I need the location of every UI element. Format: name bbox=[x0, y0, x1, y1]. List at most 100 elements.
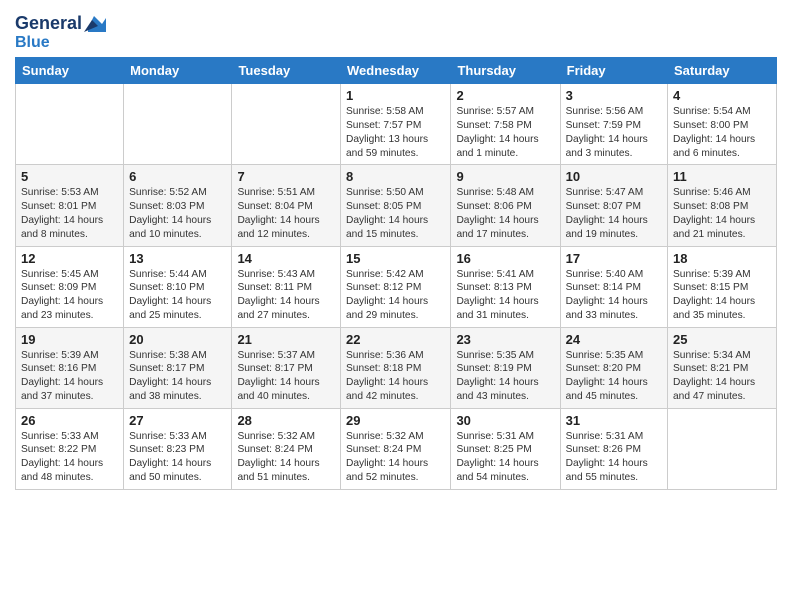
calendar-cell: 23 Sunrise: 5:35 AMSunset: 8:19 PMDayligh… bbox=[451, 327, 560, 408]
calendar-cell: 12 Sunrise: 5:45 AMSunset: 8:09 PMDayligh… bbox=[16, 246, 124, 327]
day-number: 4 bbox=[673, 88, 771, 103]
calendar-week-2: 5 Sunrise: 5:53 AMSunset: 8:01 PMDaylight… bbox=[16, 165, 777, 246]
day-number: 17 bbox=[566, 251, 662, 266]
cell-info: Sunrise: 5:41 AMSunset: 8:13 PMDaylight:… bbox=[456, 268, 554, 323]
calendar-cell: 18 Sunrise: 5:39 AMSunset: 8:15 PMDayligh… bbox=[668, 246, 777, 327]
cell-info: Sunrise: 5:57 AMSunset: 7:58 PMDaylight:… bbox=[456, 105, 554, 160]
cell-info: Sunrise: 5:32 AMSunset: 8:24 PMDaylight:… bbox=[346, 430, 445, 485]
day-number: 28 bbox=[237, 413, 335, 428]
calendar-cell: 11 Sunrise: 5:46 AMSunset: 8:08 PMDayligh… bbox=[668, 165, 777, 246]
calendar-cell: 31Sunrise: 5:31 AMSunset: 8:26 PMDayligh… bbox=[560, 408, 667, 489]
calendar-cell: 16 Sunrise: 5:41 AMSunset: 8:13 PMDayligh… bbox=[451, 246, 560, 327]
day-number: 18 bbox=[673, 251, 771, 266]
day-number: 12 bbox=[21, 251, 118, 266]
calendar-header-row: SundayMondayTuesdayWednesdayThursdayFrid… bbox=[16, 58, 777, 84]
day-number: 7 bbox=[237, 169, 335, 184]
cell-info: Sunrise: 5:45 AMSunset: 8:09 PMDaylight:… bbox=[21, 268, 118, 323]
calendar-cell: 25 Sunrise: 5:34 AMSunset: 8:21 PMDayligh… bbox=[668, 327, 777, 408]
calendar-cell: 2 Sunrise: 5:57 AMSunset: 7:58 PMDaylight… bbox=[451, 84, 560, 165]
calendar-cell: 15Sunrise: 5:42 AMSunset: 8:12 PMDayligh… bbox=[341, 246, 451, 327]
calendar-cell: 27Sunrise: 5:33 AMSunset: 8:23 PMDayligh… bbox=[124, 408, 232, 489]
day-number: 20 bbox=[129, 332, 226, 347]
logo-blue: Blue bbox=[15, 34, 50, 52]
calendar-cell: 4 Sunrise: 5:54 AMSunset: 8:00 PMDaylight… bbox=[668, 84, 777, 165]
cell-info: Sunrise: 5:53 AMSunset: 8:01 PMDaylight:… bbox=[21, 186, 118, 241]
cell-info: Sunrise: 5:44 AMSunset: 8:10 PMDaylight:… bbox=[129, 268, 226, 323]
day-number: 29 bbox=[346, 413, 445, 428]
cell-info: Sunrise: 5:51 AMSunset: 8:04 PMDaylight:… bbox=[237, 186, 335, 241]
day-number: 22 bbox=[346, 332, 445, 347]
day-header-sunday: Sunday bbox=[16, 58, 124, 84]
page-header: General Blue bbox=[15, 10, 777, 51]
calendar-cell: 30 Sunrise: 5:31 AMSunset: 8:25 PMDayligh… bbox=[451, 408, 560, 489]
day-number: 13 bbox=[129, 251, 226, 266]
day-header-monday: Monday bbox=[124, 58, 232, 84]
calendar-cell: 28 Sunrise: 5:32 AMSunset: 8:24 PMDayligh… bbox=[232, 408, 341, 489]
calendar-cell: 9 Sunrise: 5:48 AMSunset: 8:06 PMDaylight… bbox=[451, 165, 560, 246]
calendar-cell: 20 Sunrise: 5:38 AMSunset: 8:17 PMDayligh… bbox=[124, 327, 232, 408]
cell-info: Sunrise: 5:39 AMSunset: 8:15 PMDaylight:… bbox=[673, 268, 771, 323]
calendar-cell: 10Sunrise: 5:47 AMSunset: 8:07 PMDayligh… bbox=[560, 165, 667, 246]
cell-info: Sunrise: 5:37 AMSunset: 8:17 PMDaylight:… bbox=[237, 349, 335, 404]
day-number: 25 bbox=[673, 332, 771, 347]
calendar-cell: 29 Sunrise: 5:32 AMSunset: 8:24 PMDayligh… bbox=[341, 408, 451, 489]
day-number: 6 bbox=[129, 169, 226, 184]
cell-info: Sunrise: 5:35 AMSunset: 8:19 PMDaylight:… bbox=[456, 349, 554, 404]
cell-info: Sunrise: 5:31 AMSunset: 8:26 PMDaylight:… bbox=[566, 430, 662, 485]
logo: General Blue bbox=[15, 14, 106, 51]
cell-info: Sunrise: 5:39 AMSunset: 8:16 PMDaylight:… bbox=[21, 349, 118, 404]
cell-info: Sunrise: 5:36 AMSunset: 8:18 PMDaylight:… bbox=[346, 349, 445, 404]
calendar-cell: 22 Sunrise: 5:36 AMSunset: 8:18 PMDayligh… bbox=[341, 327, 451, 408]
day-number: 5 bbox=[21, 169, 118, 184]
calendar-cell: 3 Sunrise: 5:56 AMSunset: 7:59 PMDaylight… bbox=[560, 84, 667, 165]
day-number: 15 bbox=[346, 251, 445, 266]
day-number: 10 bbox=[566, 169, 662, 184]
logo-general: General bbox=[15, 14, 82, 34]
day-number: 8 bbox=[346, 169, 445, 184]
cell-info: Sunrise: 5:40 AMSunset: 8:14 PMDaylight:… bbox=[566, 268, 662, 323]
day-header-saturday: Saturday bbox=[668, 58, 777, 84]
calendar-cell bbox=[232, 84, 341, 165]
calendar-cell bbox=[668, 408, 777, 489]
cell-info: Sunrise: 5:52 AMSunset: 8:03 PMDaylight:… bbox=[129, 186, 226, 241]
calendar-week-1: 1 Sunrise: 5:58 AMSunset: 7:57 PMDaylight… bbox=[16, 84, 777, 165]
cell-info: Sunrise: 5:58 AMSunset: 7:57 PMDaylight:… bbox=[346, 105, 445, 160]
cell-info: Sunrise: 5:48 AMSunset: 8:06 PMDaylight:… bbox=[456, 186, 554, 241]
day-number: 1 bbox=[346, 88, 445, 103]
day-header-thursday: Thursday bbox=[451, 58, 560, 84]
day-number: 30 bbox=[456, 413, 554, 428]
cell-info: Sunrise: 5:43 AMSunset: 8:11 PMDaylight:… bbox=[237, 268, 335, 323]
day-number: 23 bbox=[456, 332, 554, 347]
cell-info: Sunrise: 5:34 AMSunset: 8:21 PMDaylight:… bbox=[673, 349, 771, 404]
cell-info: Sunrise: 5:32 AMSunset: 8:24 PMDaylight:… bbox=[237, 430, 335, 485]
day-number: 9 bbox=[456, 169, 554, 184]
calendar-cell: 26 Sunrise: 5:33 AMSunset: 8:22 PMDayligh… bbox=[16, 408, 124, 489]
day-number: 3 bbox=[566, 88, 662, 103]
cell-info: Sunrise: 5:31 AMSunset: 8:25 PMDaylight:… bbox=[456, 430, 554, 485]
calendar-cell: 21Sunrise: 5:37 AMSunset: 8:17 PMDayligh… bbox=[232, 327, 341, 408]
day-number: 26 bbox=[21, 413, 118, 428]
day-number: 2 bbox=[456, 88, 554, 103]
cell-info: Sunrise: 5:54 AMSunset: 8:00 PMDaylight:… bbox=[673, 105, 771, 160]
day-number: 11 bbox=[673, 169, 771, 184]
calendar-cell: 8 Sunrise: 5:50 AMSunset: 8:05 PMDaylight… bbox=[341, 165, 451, 246]
day-number: 24 bbox=[566, 332, 662, 347]
calendar-cell: 24Sunrise: 5:35 AMSunset: 8:20 PMDayligh… bbox=[560, 327, 667, 408]
day-number: 16 bbox=[456, 251, 554, 266]
cell-info: Sunrise: 5:46 AMSunset: 8:08 PMDaylight:… bbox=[673, 186, 771, 241]
calendar-table: SundayMondayTuesdayWednesdayThursdayFrid… bbox=[15, 57, 777, 489]
cell-info: Sunrise: 5:50 AMSunset: 8:05 PMDaylight:… bbox=[346, 186, 445, 241]
calendar-cell bbox=[124, 84, 232, 165]
cell-info: Sunrise: 5:38 AMSunset: 8:17 PMDaylight:… bbox=[129, 349, 226, 404]
logo-icon bbox=[84, 14, 106, 32]
day-number: 14 bbox=[237, 251, 335, 266]
day-header-tuesday: Tuesday bbox=[232, 58, 341, 84]
calendar-cell: 17 Sunrise: 5:40 AMSunset: 8:14 PMDayligh… bbox=[560, 246, 667, 327]
cell-info: Sunrise: 5:56 AMSunset: 7:59 PMDaylight:… bbox=[566, 105, 662, 160]
calendar-week-5: 26 Sunrise: 5:33 AMSunset: 8:22 PMDayligh… bbox=[16, 408, 777, 489]
calendar-cell: 5 Sunrise: 5:53 AMSunset: 8:01 PMDaylight… bbox=[16, 165, 124, 246]
cell-info: Sunrise: 5:33 AMSunset: 8:22 PMDaylight:… bbox=[21, 430, 118, 485]
day-number: 19 bbox=[21, 332, 118, 347]
calendar-cell: 14 Sunrise: 5:43 AMSunset: 8:11 PMDayligh… bbox=[232, 246, 341, 327]
calendar-cell: 13 Sunrise: 5:44 AMSunset: 8:10 PMDayligh… bbox=[124, 246, 232, 327]
